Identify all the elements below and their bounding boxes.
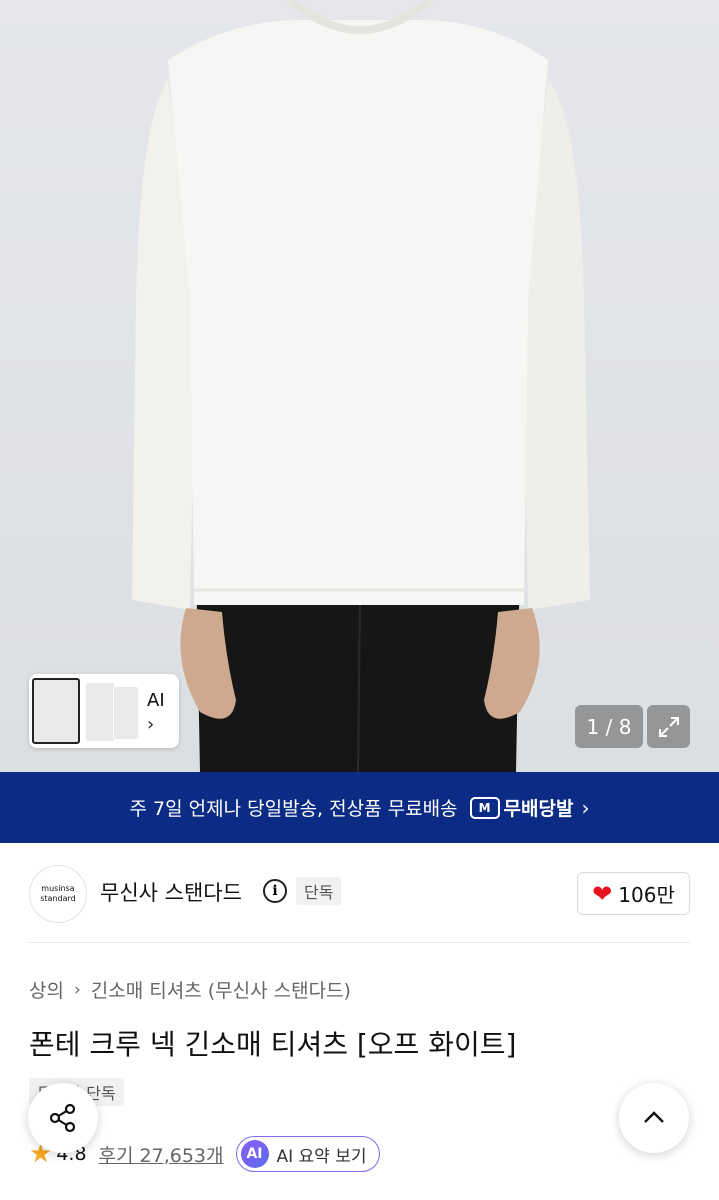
share-button[interactable] [28,1083,98,1153]
shipping-banner[interactable]: 주 7일 언제나 당일발송, 전상품 무료배송 M 무배당발 › [0,772,719,843]
share-icon [49,1103,76,1133]
reviews-link[interactable]: 후기 27,653개 [99,1141,224,1168]
banner-message: 주 7일 언제나 당일발송, 전상품 무료배송 [129,798,458,820]
like-count: 106만 [618,883,675,907]
breadcrumb: 상의 › 긴소매 티셔츠 (무신사 스탠다드) [29,976,351,1003]
divider [29,942,690,943]
delivery-logo-text: 무배당발 [503,798,574,820]
product-photo [132,0,590,772]
brand-logo[interactable]: musinsa standard [29,865,87,923]
product-image-gallery[interactable]: AI › 1 / 8 [0,0,719,772]
ai-icon: AI [240,1140,269,1168]
info-icon[interactable]: i [263,879,287,903]
like-button[interactable]: ❤ 106만 [577,872,690,915]
ai-summary-label: AI 요약 보기 [276,1146,367,1167]
brand-logo-line2: standard [40,894,76,903]
breadcrumb-item[interactable]: 긴소매 티셔츠 (무신사 스탠다드) [91,976,351,1003]
chevron-right-icon: › [581,795,590,820]
ai-summary-button[interactable]: AI AI 요약 보기 [235,1136,380,1172]
thumbnail-3[interactable] [113,686,139,740]
expand-button[interactable] [647,705,690,748]
exclusive-badge: 단독 [296,877,342,905]
thumbnail-1[interactable] [32,678,80,744]
delivery-logo-icon: M [469,796,500,819]
image-counter: 1 / 8 [575,705,643,748]
heart-icon: ❤ [592,879,613,908]
breadcrumb-item[interactable]: 상의 [29,976,64,1003]
chevron-up-icon [644,1111,664,1123]
brand-logo-line1: musinsa [41,884,75,893]
thumbnail-2[interactable] [85,682,115,742]
chevron-right-icon: › [147,714,155,735]
scroll-top-button[interactable] [619,1083,689,1153]
chevron-right-icon: › [73,979,81,1000]
product-title: 폰테 크루 넥 긴소매 티셔츠 [오프 화이트] [29,1028,517,1061]
brand-name[interactable]: 무신사 스탠다드 [100,877,242,907]
expand-icon [658,716,679,737]
brand-row: musinsa standard 무신사 스탠다드 i 단독 ❤ 106만 [0,843,719,944]
thumbnail-ai-label: AI [147,690,165,711]
thumbnail-strip[interactable]: AI › [29,674,179,748]
